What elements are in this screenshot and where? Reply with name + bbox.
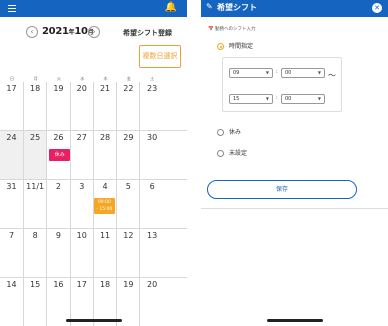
radio-selected[interactable] [217,43,224,50]
time-range-box: 09 ▼ : 00 ▼ 15 ▼ : 00 ▼ [222,57,342,112]
prev-month-button[interactable]: ‹ [26,26,38,38]
range-separator: 〜 [328,71,336,80]
day-cell[interactable]: 19 [47,82,71,130]
day-cell[interactable]: 7 [0,229,24,278]
end-hour-select[interactable]: 15 ▼ [229,94,273,104]
day-cell[interactable]: 6 [140,180,163,228]
day-cell[interactable]: 10 [71,229,94,277]
day-cell[interactable]: 30 [140,131,163,179]
day-cell[interactable]: 20 [140,278,163,326]
day-cell[interactable]: 11/1 [24,180,48,228]
calendar-week: 8 9 10 11 12 13 [24,229,187,278]
day-cell[interactable]: 18 [24,82,48,130]
calendar-grid: 月 火 水 木 金 土 18 19 20 21 22 23 25 26 休み 2… [24,76,187,326]
month-label: 2021年10月 [42,26,94,37]
multi-select-button[interactable]: 複数日選択 [139,45,181,68]
day-cell[interactable]: 14 [0,278,24,326]
calendar-week: 11/1 2 3 4 09:00- 15:00 5 6 [24,180,187,229]
pencil-icon: ✎ [206,2,213,11]
day-cell[interactable]: 21 [94,82,118,130]
start-hour-select[interactable]: 09 ▼ [229,68,273,78]
start-minute-select[interactable]: 00 ▼ [281,68,325,78]
day-cell[interactable]: 13 [140,229,163,277]
next-month-button[interactable]: › [88,26,100,38]
page-title: 希望シフト登録 [123,29,172,37]
bell-icon[interactable]: 🔔 [165,2,177,14]
sunday-column: 日 17 24 31 7 14 [0,76,24,326]
day-cell[interactable]: 29 [117,131,141,179]
modal-title: 希望シフト [217,3,257,12]
day-cell[interactable]: 9 [47,229,71,277]
day-cell[interactable]: 3 [71,180,94,228]
off-badge[interactable]: 休み [49,149,71,161]
day-cell[interactable]: 11 [94,229,118,277]
option-unset[interactable]: 未設定 [217,149,247,159]
modal-header: ✎ 希望シフト ✕ [201,0,388,17]
calendar-screen: 🔔 ‹ 2021年10月 › 希望シフト登録 複数日選択 日 17 24 31 … [0,0,187,326]
day-cell[interactable]: 8 [24,229,48,277]
option-time-specified[interactable]: 時間指定 [217,42,253,52]
day-cell[interactable]: 25 [24,131,48,179]
day-cell[interactable]: 28 [94,131,118,179]
app-header: 🔔 [0,0,187,17]
home-indicator [65,319,122,322]
calendar-week: 18 19 20 21 22 23 [24,82,187,131]
time-badge[interactable]: 09:00- 15:00 [93,198,115,214]
day-cell[interactable]: 24 [0,131,24,180]
day-cell[interactable]: 22 [117,82,141,130]
day-cell[interactable]: 5 [117,180,141,228]
option-off[interactable]: 休み [217,128,241,138]
divider [201,208,388,209]
day-cell[interactable]: 4 09:00- 15:00 [93,180,118,228]
day-cell[interactable]: 31 [0,180,24,229]
home-indicator [266,319,323,322]
day-cell[interactable]: 12 [117,229,141,277]
calendar-week: 25 26 休み 27 28 29 30 [24,131,187,180]
day-cell[interactable]: 2 [47,180,71,228]
day-cell[interactable]: 20 [71,82,94,130]
day-cell[interactable]: 23 [140,82,163,130]
radio-unselected[interactable] [217,150,224,157]
shift-request-screen: ✎ 希望シフト ✕ 📅 勤務へのシフト入力 時間指定 09 ▼ : 00 ▼ 15 ▼… [201,0,388,326]
day-cell[interactable]: 17 [0,82,24,131]
section-subheading: 📅 勤務へのシフト入力 [208,27,256,32]
day-cell[interactable]: 27 [71,131,94,179]
day-cell[interactable]: 26 休み [47,131,71,179]
menu-icon[interactable] [8,5,16,14]
end-minute-select[interactable]: 00 ▼ [281,94,325,104]
radio-unselected[interactable] [217,129,224,136]
close-icon[interactable]: ✕ [372,3,382,13]
month-navigation: ‹ 2021年10月 › 希望シフト登録 [0,17,187,47]
day-cell[interactable]: 15 [24,278,48,326]
save-button[interactable]: 保存 [207,180,357,199]
